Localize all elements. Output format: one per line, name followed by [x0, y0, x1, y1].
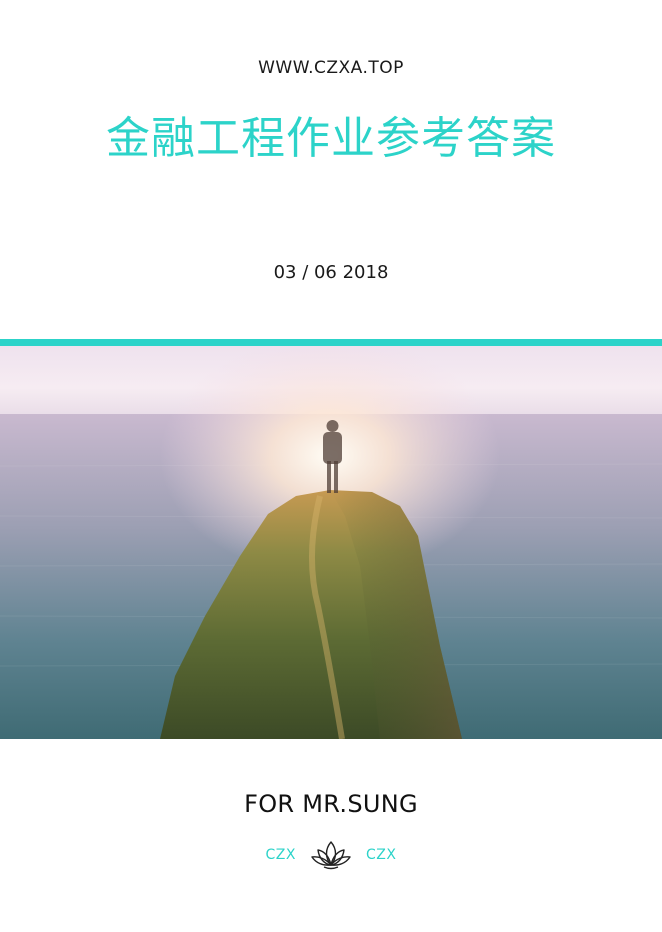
- footer-tag-right: CZX: [366, 847, 397, 863]
- lotus-icon: [311, 841, 351, 870]
- document-date: 03 / 06 2018: [273, 262, 389, 283]
- cover-page: WWW.CZXA.TOP 金融工程作业参考答案 03 / 06 2018 FOR…: [0, 0, 662, 932]
- cover-photo: [0, 346, 662, 739]
- recipient-line: FOR MR.SUNG: [244, 790, 418, 818]
- footer-tag-left: CZX: [265, 847, 296, 863]
- site-url: WWW.CZXA.TOP: [258, 58, 404, 78]
- document-title: 金融工程作业参考答案: [106, 113, 556, 164]
- accent-divider: [0, 339, 662, 346]
- footer-emblem-row: CZX CZX: [0, 838, 662, 872]
